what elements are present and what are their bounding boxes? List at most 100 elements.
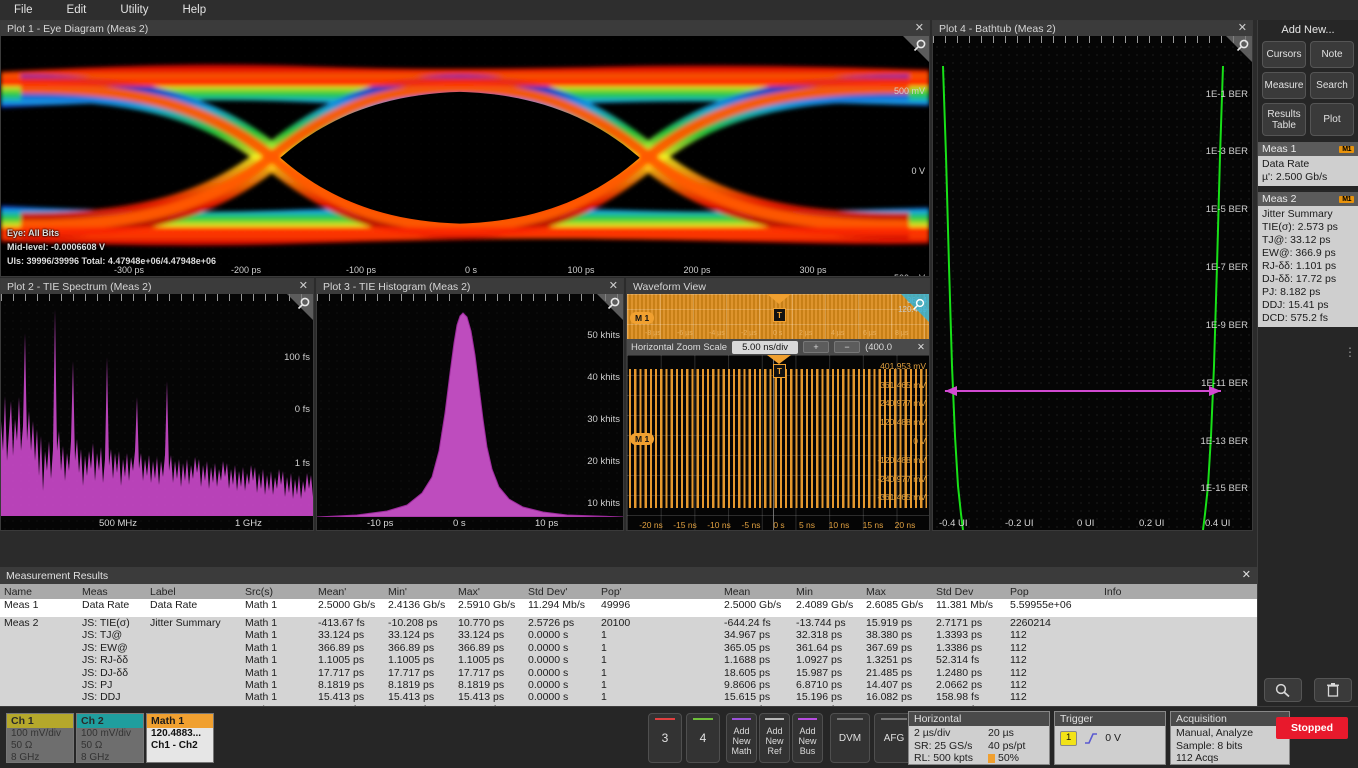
- meas-1-body[interactable]: Data Rate µ': 2.500 Gb/s: [1258, 156, 1358, 186]
- channel-badge-ch2[interactable]: Ch 2 100 mV/div 50 Ω 8 GHz: [76, 713, 144, 763]
- plot-bathtub[interactable]: Plot 4 - Bathtub (Meas 2) ✕ 1E-1 BER 1E-…: [932, 20, 1253, 531]
- overview-source-badge[interactable]: M 1: [630, 312, 655, 324]
- table-row[interactable]: Meas 1 Data Rate Data Rate Math 1 2.5000…: [0, 599, 1257, 617]
- channel-badge-math1[interactable]: Math 1 120.4883... Ch1 - Ch2: [146, 713, 214, 763]
- waveform-source-badge[interactable]: M 1: [630, 433, 655, 445]
- spectrum-y-tick-0: 100 fs: [284, 352, 310, 363]
- eye-x-tick-5: 200 ps: [683, 265, 711, 275]
- close-icon[interactable]: ✕: [609, 280, 618, 292]
- math1-line-1: Ch1 - Ch2: [151, 740, 198, 751]
- plot-spectrum-canvas[interactable]: 100 fs 0 fs 1 fs 500 MHz 1 GHz: [1, 294, 313, 530]
- trigger-group[interactable]: Trigger 1 0 V: [1054, 711, 1166, 765]
- trigger-marker[interactable]: T: [773, 308, 786, 322]
- waveform-view[interactable]: Waveform View M 1 T 361.4 120.489 -8 µs …: [626, 278, 930, 531]
- add-new-button-grid: Cursors Note Measure Search Results Tabl…: [1258, 41, 1358, 136]
- dvm-button[interactable]: DVM: [830, 713, 870, 763]
- magnifier-icon[interactable]: [903, 36, 929, 62]
- wv-y-tick-4: 0 V: [913, 436, 926, 446]
- cell-meas: JS: TIE(σ) JS: TJ@ JS: EW@ JS: RJ-δδ JS: DJ-…: [78, 617, 146, 717]
- channel-badge-ch1[interactable]: Ch 1 100 mV/div 50 Ω 8 GHz: [6, 713, 74, 763]
- table-row[interactable]: Meas 2 JS: TIE(σ) JS: TJ@ JS: EW@ JS: RJ-δδ…: [0, 617, 1257, 717]
- plot-button[interactable]: Plot: [1310, 103, 1354, 136]
- results-table-button[interactable]: Results Table: [1262, 103, 1306, 136]
- afg-label: AFG: [883, 732, 905, 744]
- add-new-math-button[interactable]: Add New Math: [726, 713, 757, 763]
- bathtub-y-tick-3: 1E-7 BER: [1205, 262, 1248, 273]
- meas-2-source-badge: M1: [1339, 195, 1354, 203]
- ch2-line-2: 8 GHz: [81, 752, 110, 763]
- channel-button-4[interactable]: 4: [686, 713, 720, 763]
- wv-x-tick-2: -10 ns: [707, 520, 731, 530]
- zoom-region-icon[interactable]: [901, 294, 929, 322]
- status-badge[interactable]: Stopped: [1276, 717, 1348, 739]
- meas-1-header[interactable]: Meas 1 M1: [1258, 142, 1358, 156]
- add-new-bus-button[interactable]: Add New Bus: [792, 713, 823, 763]
- bathtub-cursor-arrow[interactable]: [933, 36, 1252, 530]
- spectrum-y-tick-1: 0 fs: [294, 404, 310, 415]
- math1-line-0: 120.4883...: [151, 728, 202, 739]
- col-pop: Pop: [1006, 584, 1100, 599]
- results-table[interactable]: Name Meas Label Src(s) Mean' Min' Max' S…: [0, 584, 1257, 717]
- eye-note-mid: Mid-level: -0.0006608 V: [7, 242, 106, 252]
- search-button[interactable]: Search: [1310, 72, 1354, 99]
- menu-item-edit[interactable]: Edit: [67, 4, 103, 16]
- cell-std: 2.7171 ps 1.3393 ps 1.3386 ps 52.314 fs 1.24…: [932, 617, 1006, 717]
- horizontal-group[interactable]: Horizontal 2 µs/div SR: 25 GS/s RL: 500 …: [908, 711, 1050, 765]
- cell-max-p: 2.5910 Gb/s: [454, 599, 524, 617]
- plot-tie-histogram[interactable]: Plot 3 - TIE Histogram (Meas 2) ✕ 50 khi…: [316, 278, 624, 531]
- plot-bathtub-canvas[interactable]: 1E-1 BER 1E-3 BER 1E-5 BER 1E-7 BER 1E-9…: [933, 36, 1252, 530]
- close-icon[interactable]: ✕: [917, 342, 925, 353]
- menu-item-help[interactable]: Help: [182, 4, 222, 16]
- eye-x-tick-4: 100 ps: [567, 265, 595, 275]
- magnifier-icon[interactable]: [287, 294, 313, 320]
- trigger-source-badge[interactable]: 1: [1060, 731, 1078, 746]
- col-std-p: Std Dev': [524, 584, 597, 599]
- waveform-view-header: Waveform View: [627, 279, 929, 294]
- waveform-overview[interactable]: M 1 T 361.4 120.489 -8 µs -6 µs -4 µs -2…: [627, 294, 929, 339]
- zoom-tool-icon[interactable]: [1264, 678, 1302, 702]
- measure-button[interactable]: Measure: [1262, 72, 1306, 99]
- cell-label: Data Rate: [146, 599, 241, 617]
- drag-handle[interactable]: ⋮: [1344, 346, 1356, 358]
- bathtub-x-tick-3: 0.2 UI: [1139, 518, 1165, 529]
- histogram-y-tick-4: 10 khits: [587, 498, 620, 509]
- magnifier-icon[interactable]: [1226, 36, 1252, 62]
- close-icon[interactable]: ✕: [299, 280, 308, 292]
- plot-eye-diagram[interactable]: Plot 1 - Eye Diagram (Meas 2) ✕ 500 mV 0…: [0, 20, 930, 277]
- plot-eye-canvas[interactable]: 500 mV 0 V -500 mV Eye: All Bits Mid-lev…: [1, 36, 929, 276]
- acquisition-title: Acquisition: [1171, 712, 1289, 726]
- horizontal-zoom-bar[interactable]: Horizontal Zoom Scale 5.00 ns/div + − (4…: [627, 339, 929, 355]
- acquisition-group[interactable]: Acquisition Manual, Analyze Sample: 8 bi…: [1170, 711, 1290, 765]
- close-icon[interactable]: ✕: [1238, 22, 1247, 34]
- meas-2-header[interactable]: Meas 2 M1: [1258, 192, 1358, 206]
- waveform-zoom-canvas[interactable]: T M 1 401.953 mV 361.465 mV 240.977 mV 1…: [627, 355, 929, 530]
- add-new-ref-button[interactable]: Add New Ref: [759, 713, 790, 763]
- meas-2-body[interactable]: Jitter Summary TIE(σ): 2.573 ps TJ@: 33.…: [1258, 206, 1358, 327]
- cell-max: 15.919 ps 38.380 ps 367.69 ps 1.3251 ps 21.4…: [862, 617, 932, 717]
- meas-1-line-0: Data Rate: [1262, 158, 1310, 170]
- bathtub-y-tick-0: 1E-1 BER: [1205, 89, 1248, 100]
- histogram-y-tick-0: 50 khits: [587, 330, 620, 341]
- cursors-button[interactable]: Cursors: [1262, 41, 1306, 68]
- channel-button-3[interactable]: 3: [648, 713, 682, 763]
- menu-item-file[interactable]: File: [14, 4, 49, 16]
- plot-histogram-canvas[interactable]: 50 khits 40 khits 30 khits 20 khits 10 k…: [317, 294, 623, 530]
- trigger-marker[interactable]: T: [773, 364, 786, 378]
- zoom-in-button[interactable]: +: [803, 341, 830, 353]
- measurement-results-panel[interactable]: Measurement Results ✕ Name Meas Label Sr…: [0, 567, 1257, 717]
- wv-y-tick-3: 120.488 mV: [880, 417, 926, 427]
- bathtub-y-tick-7: 1E-15 BER: [1200, 483, 1248, 494]
- zoom-scale-value[interactable]: 5.00 ns/div: [732, 340, 799, 354]
- cell-min: -13.744 ps 32.318 ps 361.64 ps 1.0927 ps 15.…: [792, 617, 862, 717]
- magnifier-icon[interactable]: [597, 294, 623, 320]
- trash-icon[interactable]: [1314, 678, 1352, 702]
- horizontal-left-0: 2 µs/div: [914, 727, 951, 739]
- close-icon[interactable]: ✕: [1242, 568, 1251, 581]
- zoom-out-button[interactable]: −: [834, 341, 861, 353]
- cell-info: [1100, 599, 1257, 617]
- close-icon[interactable]: ✕: [915, 22, 924, 34]
- plot-tie-spectrum[interactable]: Plot 2 - TIE Spectrum (Meas 2) ✕ 100 fs …: [0, 278, 314, 531]
- menu-item-utility[interactable]: Utility: [120, 4, 164, 16]
- note-button[interactable]: Note: [1310, 41, 1354, 68]
- meas-2-line-3: EW@: 366.9 ps: [1262, 247, 1336, 259]
